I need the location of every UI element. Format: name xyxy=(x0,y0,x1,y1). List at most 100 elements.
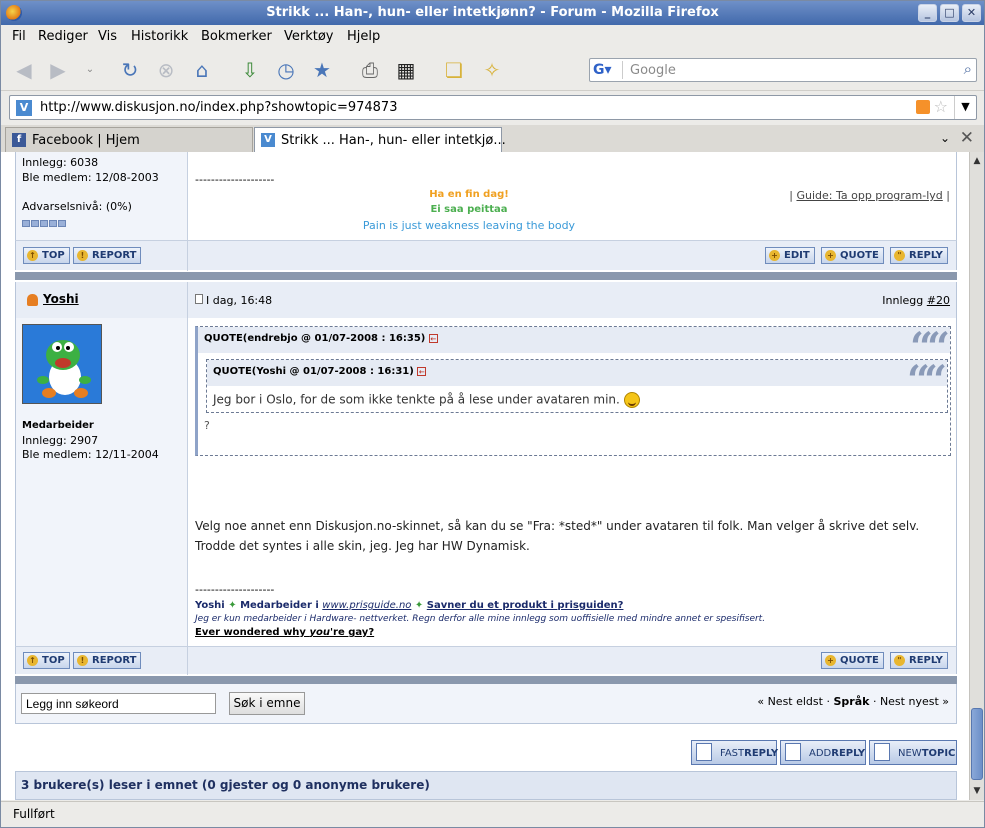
reply-button[interactable]: " REPLY xyxy=(890,247,948,264)
menu-historikk[interactable]: Historikk xyxy=(131,29,188,44)
menu-rediger[interactable]: Rediger xyxy=(38,29,88,44)
top-button[interactable]: ↑ TOP xyxy=(23,247,70,264)
smiley-icon xyxy=(623,392,640,408)
nav-dot: · xyxy=(826,695,830,708)
menu-vis[interactable]: Vis xyxy=(98,29,117,44)
scroll-thumb[interactable] xyxy=(971,708,983,780)
facebook-icon: f xyxy=(12,133,26,147)
author-name[interactable]: Yoshi xyxy=(43,292,79,306)
sig-line-2: Ei saa peittaa xyxy=(430,204,508,215)
sig-role: Medarbeider i xyxy=(240,600,319,611)
quote-button[interactable]: + QUOTE xyxy=(821,652,884,669)
quote-inner-text: Jeg bor i Oslo, for de som ikke tenkte p… xyxy=(213,392,640,408)
bookmark-star-icon[interactable]: ★ xyxy=(309,57,335,83)
tab-label: Facebook | Hjem xyxy=(32,133,140,148)
sig-product-link[interactable]: Savner du et produkt i prisguiden? xyxy=(427,600,624,611)
post-time: I dag, 16:48 xyxy=(206,294,273,307)
reply-button[interactable]: " REPLY xyxy=(890,652,948,669)
search-topic-button[interactable]: Søk i emne xyxy=(229,692,305,715)
fast-reply-button[interactable]: FASTREPLY xyxy=(691,740,778,765)
menu-bar: Fil Rediger Vis Historikk Bokmerker Verk… xyxy=(1,25,984,49)
post-number-link[interactable]: #20 xyxy=(927,294,950,307)
address-bar[interactable]: V http://www.diskusjon.no/index.php?show… xyxy=(9,95,977,120)
forward-icon[interactable]: ▶ xyxy=(45,57,71,83)
minimize-button[interactable]: _ xyxy=(918,4,937,22)
qr-icon[interactable]: ▦ xyxy=(393,57,419,83)
quote-outer: QUOTE(endrebjo @ 01/07-2008 : 16:35) ← “… xyxy=(195,324,951,456)
history-dropdown-icon[interactable]: ⌄ xyxy=(77,57,103,83)
site-favicon: V xyxy=(16,100,32,116)
post-separator xyxy=(15,676,957,684)
rss-icon[interactable] xyxy=(916,100,930,114)
post-page-icon xyxy=(195,294,203,304)
sig-disclaimer: Jeg er kun medarbeider i Hardware- nettv… xyxy=(195,614,766,624)
google-engine-icon[interactable]: G▾ xyxy=(593,61,623,79)
warning-level[interactable]: Advarselsnivå: (0%) xyxy=(22,200,181,213)
quote-button[interactable]: + QUOTE xyxy=(821,247,884,264)
newer-topic-link[interactable]: Nest nyest » xyxy=(880,695,949,708)
magnifier-icon[interactable]: ⌕ xyxy=(964,60,972,78)
quote-outer-header: QUOTE(endrebjo @ 01/07-2008 : 16:35) ← xyxy=(198,327,950,353)
print-icon[interactable]: ⎙ xyxy=(357,57,383,83)
post-count: Innlegg: 2907 xyxy=(22,434,99,447)
topic-search-input[interactable] xyxy=(21,693,216,714)
tab-list-icon[interactable]: ⌄ xyxy=(940,131,950,145)
tab-bar: f Facebook | Hjem V Strikk ... Han-, hun… xyxy=(1,125,984,152)
sig-pipe-right: | xyxy=(946,189,950,202)
search-bar[interactable]: G▾ Google ⌕ xyxy=(589,58,977,82)
home-icon[interactable]: ⌂ xyxy=(189,57,215,83)
arrow-up-icon: ↑ xyxy=(27,250,38,261)
address-dropdown-icon[interactable]: ▼ xyxy=(954,96,976,119)
title-bar: Strikk ... Han-, hun- eller intetkjønn? … xyxy=(1,1,984,25)
maximize-button[interactable]: □ xyxy=(940,4,959,22)
menu-fil[interactable]: Fil xyxy=(12,29,26,44)
reply-icon: " xyxy=(894,655,905,666)
plus-icon: + xyxy=(825,250,836,261)
new-window-icon[interactable]: ❏ xyxy=(441,57,467,83)
clock-icon[interactable]: ◷ xyxy=(273,57,299,83)
sig-site-link[interactable]: www.prisguide.no xyxy=(322,600,411,611)
scroll-down-icon[interactable]: ▼ xyxy=(970,784,984,798)
view-post-icon[interactable]: ← xyxy=(417,366,427,376)
page-content: Innlegg: 6038 Ble medlem: 12/08-2003 Adv… xyxy=(1,152,969,800)
new-topic-button[interactable]: NEWTOPIC xyxy=(869,740,957,765)
tab-facebook[interactable]: f Facebook | Hjem xyxy=(5,127,253,152)
sig-divider: -------------------- xyxy=(195,173,275,186)
post-content: QUOTE(endrebjo @ 01/07-2008 : 16:35) ← “… xyxy=(189,318,956,646)
menu-bokmerker[interactable]: Bokmerker xyxy=(201,29,272,44)
post-count: Innlegg: 6038 xyxy=(22,156,99,169)
reload-icon[interactable]: ↻ xyxy=(117,57,143,83)
page-scrollbar[interactable]: ▲ ▼ xyxy=(969,152,984,800)
edit-button[interactable]: + EDIT xyxy=(765,247,815,264)
scroll-up-icon[interactable]: ▲ xyxy=(970,154,984,168)
sig-guide-link[interactable]: Guide: Ta opp program-lyd xyxy=(796,189,942,202)
view-post-icon[interactable]: ← xyxy=(428,333,438,343)
report-button[interactable]: ! REPORT xyxy=(73,652,142,669)
download-icon[interactable]: ⇩ xyxy=(237,57,263,83)
quote-outer-text: ? xyxy=(204,419,210,432)
top-button[interactable]: ↑ TOP xyxy=(23,652,70,669)
add-reply-button[interactable]: ADDREPLY xyxy=(780,740,866,765)
sig-gay-link[interactable]: Ever wondered why you're gay? xyxy=(195,627,374,638)
new-tab-icon[interactable]: ✧ xyxy=(479,57,505,83)
close-window-button[interactable]: ✕ xyxy=(962,4,981,22)
older-topic-link[interactable]: « Nest eldst xyxy=(757,695,823,708)
report-button[interactable]: ! REPORT xyxy=(73,247,142,264)
site-favicon: V xyxy=(261,133,275,147)
close-tab-icon[interactable]: ✕ xyxy=(960,128,974,148)
status-bar: Fullført xyxy=(1,801,984,827)
bookmark-star-icon[interactable]: ☆ xyxy=(934,97,948,116)
previous-post-actions: ↑ TOP ! REPORT + EDIT + QUOTE " REPLY xyxy=(15,240,957,271)
menu-verktoy[interactable]: Verktøy xyxy=(284,29,334,44)
address-url[interactable]: http://www.diskusjon.no/index.php?showto… xyxy=(40,100,397,115)
tab-forum[interactable]: V Strikk ... Han-, hun- eller intetkjø..… xyxy=(254,127,506,152)
previous-signature: -------------------- Ha en fin dag! Ei s… xyxy=(189,152,956,240)
stop-icon[interactable]: ⊗ xyxy=(153,57,179,83)
author-info: Medarbeider Innlegg: 2907 Ble medlem: 12… xyxy=(16,318,188,646)
member-since: Ble medlem: 12/08-2003 xyxy=(22,171,159,184)
language-link[interactable]: Språk xyxy=(833,695,869,708)
exclamation-icon: ! xyxy=(77,250,88,261)
document-icon xyxy=(696,743,712,761)
menu-hjelp[interactable]: Hjelp xyxy=(347,29,380,44)
back-icon[interactable]: ◀ xyxy=(11,57,37,83)
